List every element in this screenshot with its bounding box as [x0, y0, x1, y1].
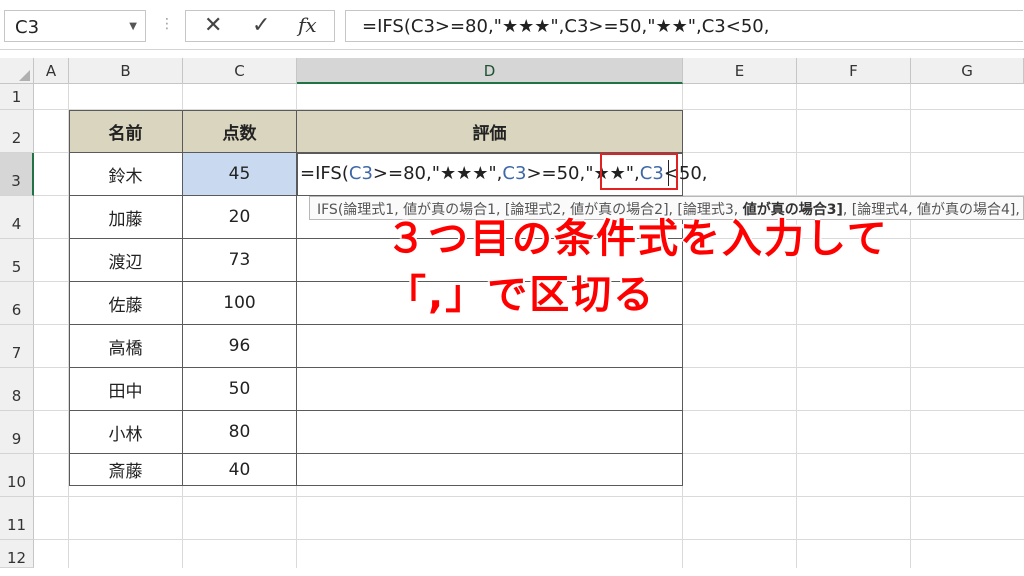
cell-score[interactable]: 50: [183, 368, 297, 411]
text-cursor: [668, 160, 669, 186]
formula-buttons: ✕ ✓ fx: [185, 10, 335, 42]
row-header-12[interactable]: 12: [0, 540, 34, 568]
cell-name[interactable]: 鈴木: [69, 153, 183, 196]
formula-text: =IFS(C3>=80,"★★★",C3>=50,"★★",C3<50,: [362, 16, 770, 37]
formula-bar: C3 ▼ ⋮ ✕ ✓ fx =IFS(C3>=80,"★★★",C3>=50,"…: [0, 0, 1024, 50]
column-headers: A B C D E F G: [0, 58, 1024, 84]
column-header-e[interactable]: E: [683, 58, 797, 84]
formula-segment: >=80,"★★★",: [372, 163, 503, 184]
annotation-line-1: ３つ目の条件式を入力して: [386, 216, 889, 262]
select-all-triangle-icon: [19, 70, 30, 81]
formula-prefix: =IFS(: [300, 163, 349, 184]
insert-function-icon[interactable]: fx: [298, 13, 317, 37]
cancel-icon[interactable]: ✕: [204, 13, 222, 38]
column-header-a[interactable]: A: [34, 58, 69, 84]
cell-score[interactable]: 100: [183, 282, 297, 325]
gridline: [910, 84, 911, 568]
row-header-1[interactable]: 1: [0, 84, 34, 110]
cell-score-selected[interactable]: 45: [183, 153, 297, 196]
cell-score[interactable]: 80: [183, 411, 297, 454]
cell-name[interactable]: 田中: [69, 368, 183, 411]
annotation-line-2: 「,」で区切る: [386, 272, 656, 318]
cell-rating[interactable]: [297, 411, 683, 454]
row-header-6[interactable]: 6: [0, 282, 34, 325]
row-header-2[interactable]: 2: [0, 110, 34, 153]
formula-input[interactable]: =IFS(C3>=80,"★★★",C3>=50,"★★",C3<50,: [345, 10, 1023, 42]
formula-reference: C3: [502, 163, 527, 184]
name-box[interactable]: C3 ▼: [4, 10, 146, 42]
row-header-4[interactable]: 4: [0, 196, 34, 239]
row-header-3[interactable]: 3: [0, 153, 34, 196]
table-header-score[interactable]: 点数: [183, 110, 297, 153]
column-header-b[interactable]: B: [69, 58, 183, 84]
cell-score[interactable]: 73: [183, 239, 297, 282]
column-header-d[interactable]: D: [297, 58, 683, 84]
column-header-g[interactable]: G: [911, 58, 1024, 84]
cell-name[interactable]: 高橋: [69, 325, 183, 368]
cell-name[interactable]: 渡辺: [69, 239, 183, 282]
row-header-9[interactable]: 9: [0, 411, 34, 454]
row-header-5[interactable]: 5: [0, 239, 34, 282]
enter-icon[interactable]: ✓: [252, 13, 270, 38]
column-header-f[interactable]: F: [797, 58, 911, 84]
formula-bar-resize-handle[interactable]: ⋮: [160, 16, 174, 32]
cell-name[interactable]: 斎藤: [69, 454, 183, 486]
name-box-value: C3: [15, 17, 40, 38]
cell-rating[interactable]: [297, 368, 683, 411]
cell-score[interactable]: 96: [183, 325, 297, 368]
table-header-rating[interactable]: 評価: [297, 110, 683, 153]
gridline: [796, 84, 797, 568]
select-all-button[interactable]: [0, 58, 34, 84]
cell-rating[interactable]: [297, 454, 683, 486]
cell-rating[interactable]: [297, 325, 683, 368]
table-header-name[interactable]: 名前: [69, 110, 183, 153]
highlight-box: [600, 153, 678, 190]
cell-score[interactable]: 40: [183, 454, 297, 486]
row-header-10[interactable]: 10: [0, 454, 34, 497]
formula-reference: C3: [348, 163, 373, 184]
chevron-down-icon[interactable]: ▼: [129, 21, 137, 32]
row-header-8[interactable]: 8: [0, 368, 34, 411]
row-header-11[interactable]: 11: [0, 497, 34, 540]
column-header-c[interactable]: C: [183, 58, 297, 84]
cell-name[interactable]: 加藤: [69, 196, 183, 239]
cell-name[interactable]: 小林: [69, 411, 183, 454]
cell-score[interactable]: 20: [183, 196, 297, 239]
cell-name[interactable]: 佐藤: [69, 282, 183, 325]
row-header-7[interactable]: 7: [0, 325, 34, 368]
